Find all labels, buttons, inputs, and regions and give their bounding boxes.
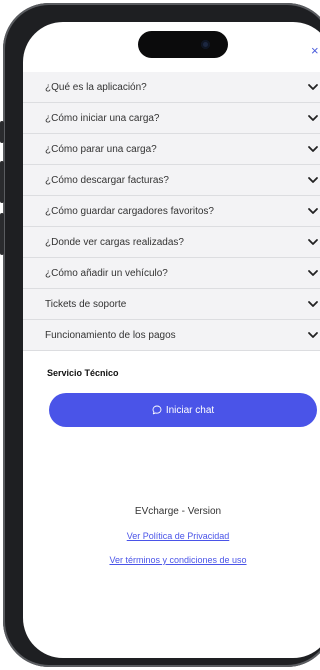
phone-frame: × ¿Qué es la aplicación? ¿Cómo iniciar un… [0, 3, 320, 667]
faq-question-label: ¿Cómo parar una carga? [45, 143, 157, 155]
start-chat-label: Iniciar chat [165, 404, 215, 416]
chevron-down-icon[interactable] [307, 236, 319, 248]
chevron-down-icon[interactable] [307, 81, 319, 93]
faq-question-label: ¿Qué es la aplicación? [45, 81, 147, 93]
chevron-down-icon[interactable] [307, 174, 319, 186]
faq-item[interactable]: Tickets de soporte [23, 289, 320, 320]
privacy-policy-link[interactable]: Ver Política de Privacidad [23, 531, 320, 541]
faq-item[interactable]: ¿Cómo descargar facturas? [23, 165, 320, 196]
faq-list: ¿Qué es la aplicación? ¿Cómo iniciar una … [23, 72, 320, 351]
faq-question-label: ¿Cómo iniciar una carga? [45, 112, 160, 124]
faq-question-label: Tickets de soporte [45, 298, 127, 310]
app-screen: × ¿Qué es la aplicación? ¿Cómo iniciar un… [23, 22, 320, 658]
faq-item[interactable]: ¿Cómo guardar cargadores favoritos? [23, 196, 320, 227]
terms-link[interactable]: Ver términos y condiciones de uso [23, 555, 320, 565]
chevron-down-icon[interactable] [307, 112, 319, 124]
chevron-down-icon[interactable] [307, 267, 319, 279]
side-button-volume-down [0, 213, 4, 255]
faq-item[interactable]: ¿Qué es la aplicación? [23, 72, 320, 103]
faq-question-label: ¿Cómo guardar cargadores favoritos? [45, 205, 214, 217]
chat-bubble-icon [152, 405, 162, 415]
faq-question-label: Funcionamiento de los pagos [45, 329, 176, 341]
faq-item[interactable]: ¿Cómo parar una carga? [23, 134, 320, 165]
chevron-down-icon[interactable] [307, 143, 319, 155]
side-button-mute [0, 121, 4, 143]
close-icon[interactable]: × [311, 44, 319, 58]
faq-question-label: ¿Donde ver cargas realizadas? [45, 236, 184, 248]
faq-item[interactable]: ¿Donde ver cargas realizadas? [23, 227, 320, 258]
faq-item[interactable]: Funcionamiento de los pagos [23, 320, 320, 351]
start-chat-button[interactable]: Iniciar chat [49, 393, 317, 427]
chevron-down-icon[interactable] [307, 329, 319, 341]
side-button-volume-up [0, 161, 4, 203]
dynamic-island [138, 31, 228, 58]
faq-question-label: ¿Cómo añadir un vehículo? [45, 267, 168, 279]
app-version: EVcharge - Version [134, 506, 222, 517]
support-title: Servicio Técnico [47, 368, 119, 378]
faq-question-label: ¿Cómo descargar facturas? [45, 174, 169, 186]
chevron-down-icon[interactable] [307, 205, 319, 217]
faq-item[interactable]: ¿Cómo iniciar una carga? [23, 103, 320, 134]
faq-item[interactable]: ¿Cómo añadir un vehículo? [23, 258, 320, 289]
chevron-down-icon[interactable] [307, 298, 319, 310]
camera-icon [201, 40, 210, 49]
